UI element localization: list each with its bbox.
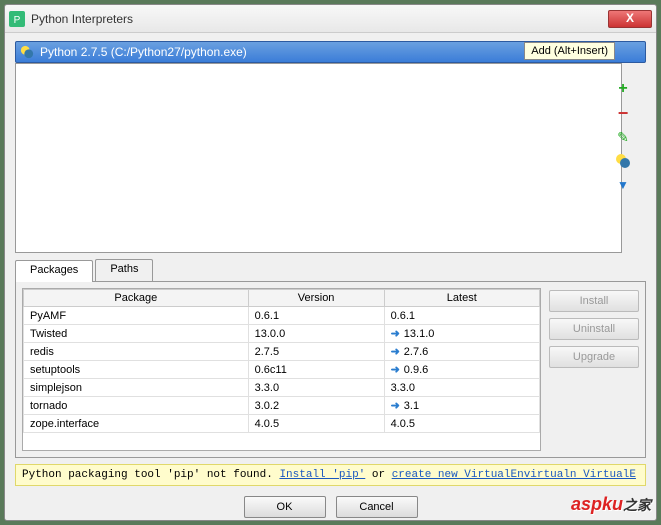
cell-version: 2.7.5 [248, 343, 384, 361]
packages-table-wrap: Package Version Latest PyAMF0.6.10.6.1Tw… [22, 288, 541, 451]
cell-version: 0.6c11 [248, 361, 384, 379]
install-button[interactable]: Install [549, 290, 639, 312]
message-text: Python packaging tool 'pip' not found. [22, 469, 279, 481]
titlebar: P Python Interpreters X [5, 5, 656, 33]
col-package[interactable]: Package [24, 290, 249, 307]
ok-button[interactable]: OK [244, 496, 326, 518]
col-version[interactable]: Version [248, 290, 384, 307]
interpreter-tree[interactable] [15, 63, 622, 253]
create-venv-link[interactable]: create new VirtualEnvirtualn VirtualE [392, 469, 636, 481]
package-buttons: Install Uninstall Upgrade [549, 288, 639, 451]
table-row[interactable]: simplejson3.3.03.3.0 [24, 379, 540, 397]
window-title: Python Interpreters [31, 12, 608, 26]
edit-icon[interactable]: ✎ [615, 129, 631, 145]
table-row[interactable]: redis2.7.5➜2.7.6 [24, 343, 540, 361]
cell-package: simplejson [24, 379, 249, 397]
side-toolbar: + − ✎ ▼ [614, 81, 632, 193]
tab-packages[interactable]: Packages [15, 260, 93, 282]
table-row[interactable]: PyAMF0.6.10.6.1 [24, 307, 540, 325]
table-row[interactable]: tornado3.0.2➜3.1 [24, 397, 540, 415]
cell-latest: ➜2.7.6 [384, 343, 539, 361]
table-row[interactable]: Twisted13.0.0➜13.1.0 [24, 325, 540, 343]
dialog-window: P Python Interpreters X Python 2.7.5 (C:… [4, 4, 657, 521]
cell-version: 4.0.5 [248, 415, 384, 433]
cell-package: PyAMF [24, 307, 249, 325]
upgrade-arrow-icon: ➜ [391, 346, 400, 358]
table-row[interactable]: setuptools0.6c11➜0.9.6 [24, 361, 540, 379]
tab-body: Package Version Latest PyAMF0.6.10.6.1Tw… [15, 281, 646, 458]
remove-icon[interactable]: − [615, 105, 631, 121]
cell-package: redis [24, 343, 249, 361]
cell-version: 3.0.2 [248, 397, 384, 415]
message-mid: or [365, 469, 391, 481]
upgrade-arrow-icon: ➜ [391, 364, 400, 376]
install-pip-link[interactable]: Install 'pip' [279, 469, 365, 481]
cell-latest: 3.3.0 [384, 379, 539, 397]
upgrade-arrow-icon: ➜ [391, 328, 400, 340]
upgrade-arrow-icon: ➜ [391, 400, 400, 412]
cell-latest: ➜13.1.0 [384, 325, 539, 343]
content-area: Python 2.7.5 (C:/Python27/python.exe) Ad… [5, 33, 656, 460]
tab-bar: Packages Paths [15, 259, 646, 281]
python-icon [20, 45, 34, 59]
cell-latest: ➜3.1 [384, 397, 539, 415]
cell-version: 3.3.0 [248, 379, 384, 397]
tab-paths[interactable]: Paths [95, 259, 153, 281]
interpreter-label: Python 2.7.5 (C:/Python27/python.exe) [40, 45, 247, 59]
col-latest[interactable]: Latest [384, 290, 539, 307]
cell-latest: 0.6.1 [384, 307, 539, 325]
filter-icon[interactable]: ▼ [615, 177, 631, 193]
python-env-icon[interactable] [615, 153, 631, 169]
cell-package: tornado [24, 397, 249, 415]
upgrade-button[interactable]: Upgrade [549, 346, 639, 368]
cell-package: setuptools [24, 361, 249, 379]
dialog-buttons: OK Cancel [5, 490, 656, 520]
cell-version: 13.0.0 [248, 325, 384, 343]
interpreter-entry[interactable]: Python 2.7.5 (C:/Python27/python.exe) Ad… [15, 41, 646, 63]
close-button[interactable]: X [608, 10, 652, 28]
svg-text:P: P [14, 15, 21, 26]
uninstall-button[interactable]: Uninstall [549, 318, 639, 340]
message-bar: Python packaging tool 'pip' not found. I… [15, 464, 646, 486]
add-icon[interactable]: + [615, 81, 631, 97]
cancel-button[interactable]: Cancel [336, 496, 418, 518]
cell-latest: ➜0.9.6 [384, 361, 539, 379]
cell-package: zope.interface [24, 415, 249, 433]
cell-latest: 4.0.5 [384, 415, 539, 433]
packages-table: Package Version Latest PyAMF0.6.10.6.1Tw… [23, 289, 540, 433]
table-row[interactable]: zope.interface4.0.54.0.5 [24, 415, 540, 433]
cell-package: Twisted [24, 325, 249, 343]
app-icon: P [9, 11, 25, 27]
cell-version: 0.6.1 [248, 307, 384, 325]
packages-panel: Packages Paths Package Version Latest Py… [15, 259, 646, 458]
add-tooltip: Add (Alt+Insert) [524, 42, 615, 60]
